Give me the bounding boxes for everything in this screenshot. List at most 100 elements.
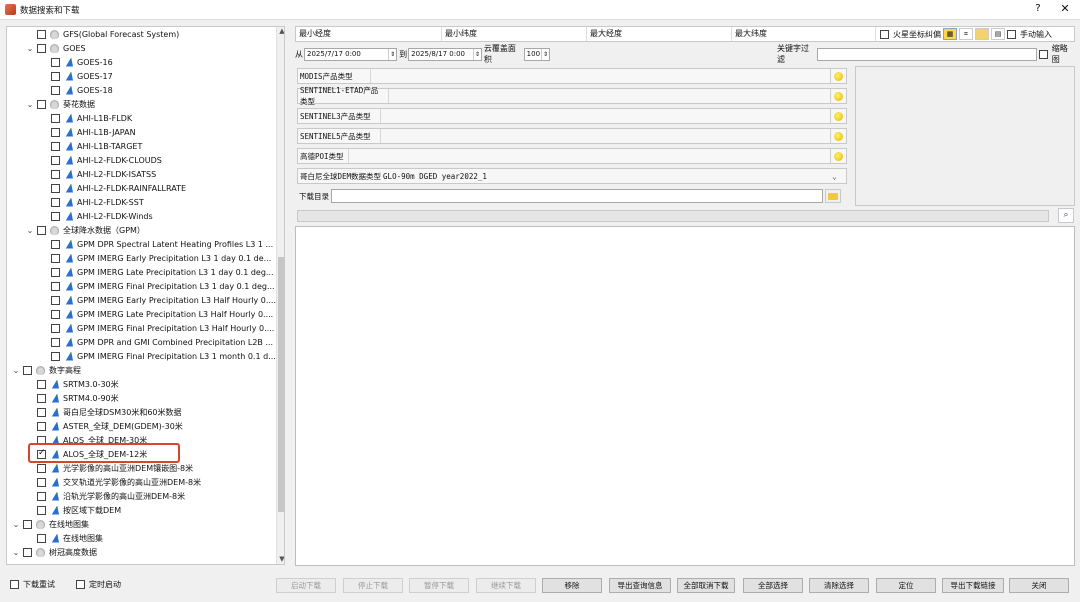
- close-window-button[interactable]: ✕: [1057, 2, 1073, 15]
- tree-checkbox[interactable]: [51, 113, 60, 123]
- chevron-down-icon[interactable]: ⌄: [11, 520, 21, 529]
- tree-checkbox[interactable]: [51, 253, 60, 263]
- tree-item[interactable]: ⌄ 树冠高度数据: [11, 545, 97, 559]
- product-row[interactable]: SENTINEL1-ETAD产品类型: [297, 86, 847, 106]
- search-button[interactable]: ⌕: [1058, 208, 1074, 223]
- export-links-button[interactable]: 导出下载链接: [942, 578, 1004, 593]
- from-date-input[interactable]: 2025/7/17 0:00 ⇕: [304, 47, 398, 61]
- tree-item[interactable]: AHI-L1B-JAPAN: [39, 125, 136, 139]
- tree-checkbox[interactable]: [37, 477, 46, 487]
- chevron-down-icon[interactable]: ⌄: [11, 366, 21, 375]
- product-row[interactable]: 高德POI类型: [297, 148, 847, 164]
- spin-arrows-icon[interactable]: ⇕: [388, 48, 396, 60]
- scroll-thumb[interactable]: [278, 257, 284, 512]
- tree-item[interactable]: AHI-L1B-TARGET: [39, 139, 142, 153]
- tree-item[interactable]: 交叉轨道光学影像的高山亚洲DEM-8米: [25, 475, 201, 489]
- tree-item[interactable]: GPM IMERG Late Precipitation L3 1 day 0.…: [39, 265, 274, 279]
- draw-polygon-icon[interactable]: ⌗: [959, 28, 973, 40]
- tree-checkbox[interactable]: [51, 71, 60, 81]
- product-field[interactable]: [348, 149, 830, 163]
- product-field[interactable]: [370, 69, 830, 83]
- browse-folder-button[interactable]: [825, 189, 841, 203]
- to-date-input[interactable]: 2025/8/17 0:00 ⇕: [408, 47, 482, 61]
- tree-item[interactable]: ASTER_全球_DEM(GDEM)-30米: [25, 419, 183, 433]
- tree-item[interactable]: GPM IMERG Early Precipitation L3 1 day 0…: [39, 251, 271, 265]
- scroll-up-icon[interactable]: ▲: [277, 27, 284, 37]
- folder-icon[interactable]: [975, 28, 989, 40]
- tree-checkbox[interactable]: [51, 85, 60, 95]
- tree-item[interactable]: ⌄ 数字高程: [11, 363, 81, 377]
- tree-item[interactable]: GPM IMERG Final Precipitation L3 1 month…: [39, 349, 276, 363]
- tree-item[interactable]: ⌄ 葵花数据: [25, 97, 95, 111]
- cancel-all-button[interactable]: 全部取消下载: [677, 578, 735, 593]
- tree-checkbox[interactable]: [51, 155, 60, 165]
- tree-checkbox[interactable]: [51, 141, 60, 151]
- tree-checkbox[interactable]: [23, 365, 32, 375]
- spin-arrows-icon[interactable]: ⇕: [472, 48, 481, 60]
- mars-coord-checkbox[interactable]: [880, 29, 889, 39]
- stop-download-button[interactable]: 停止下载: [343, 578, 403, 593]
- tree-checkbox[interactable]: [23, 519, 32, 529]
- manual-input-option[interactable]: 手动输入: [1007, 29, 1052, 40]
- tree-checkbox[interactable]: [51, 211, 60, 221]
- product-row[interactable]: SENTINEL5产品类型: [297, 128, 847, 144]
- tree-item[interactable]: AHI-L2-FLDK-ISATSS: [39, 167, 156, 181]
- timer-option[interactable]: 定时启动: [76, 579, 121, 590]
- close-button[interactable]: 关闭: [1009, 578, 1069, 593]
- tree-checkbox[interactable]: [51, 169, 60, 179]
- scroll-down-icon[interactable]: ▼: [277, 555, 284, 564]
- tree-item[interactable]: GFS(Global Forecast System): [25, 27, 179, 41]
- tree-scrollbar[interactable]: ▲ ▼: [276, 27, 284, 564]
- resume-download-button[interactable]: 继续下载: [476, 578, 536, 593]
- start-download-button[interactable]: 启动下载: [276, 578, 336, 593]
- tree-checkbox[interactable]: [51, 183, 60, 193]
- tree-item[interactable]: GPM DPR and GMI Combined Precipitation L…: [39, 335, 273, 349]
- tree-item[interactable]: AHI-L2-FLDK-Winds: [39, 209, 153, 223]
- tree-checkbox[interactable]: [51, 281, 60, 291]
- tree-item[interactable]: GPM IMERG Final Precipitation L3 1 day 0…: [39, 279, 275, 293]
- chevron-down-icon[interactable]: ⌄: [11, 548, 21, 557]
- product-field[interactable]: [380, 109, 830, 123]
- tree-item[interactable]: SRTM4.0-90米: [25, 391, 119, 405]
- dem-type-row[interactable]: 哥白尼全球DEM数据类型 GLO-90m DGED year2022_1 ⌄: [297, 168, 847, 184]
- results-list[interactable]: [295, 226, 1075, 566]
- tree-item[interactable]: ⌄ 在线地图集: [11, 517, 89, 531]
- tree-checkbox[interactable]: [37, 99, 46, 109]
- tree-item[interactable]: GOES-17: [39, 69, 113, 83]
- tree-checkbox[interactable]: [51, 309, 60, 319]
- tree-checkbox[interactable]: [37, 379, 46, 389]
- tree-checkbox[interactable]: [51, 197, 60, 207]
- tree-checkbox[interactable]: [51, 337, 60, 347]
- import-icon[interactable]: ▤: [991, 28, 1005, 40]
- thumbnail-checkbox[interactable]: [1038, 49, 1048, 59]
- product-picker[interactable]: [830, 89, 846, 103]
- retry-checkbox[interactable]: [10, 580, 19, 589]
- tree-checkbox[interactable]: [51, 351, 60, 361]
- tree-checkbox[interactable]: [37, 505, 46, 515]
- tree-item[interactable]: AHI-L1B-FLDK: [39, 111, 132, 125]
- locate-button[interactable]: 定位: [876, 578, 936, 593]
- tree-item[interactable]: GPM IMERG Early Precipitation L3 Half Ho…: [39, 293, 276, 307]
- tree-checkbox[interactable]: [37, 463, 46, 473]
- tree-checkbox[interactable]: [37, 407, 46, 417]
- remove-button[interactable]: 移除: [542, 578, 602, 593]
- timer-checkbox[interactable]: [76, 580, 85, 589]
- tree-item[interactable]: 按区域下载DEM: [25, 503, 121, 517]
- product-row[interactable]: SENTINEL3产品类型: [297, 108, 847, 124]
- retry-option[interactable]: 下载重试: [10, 579, 55, 590]
- tree-item[interactable]: AHI-L2-FLDK-RAINFALLRATE: [39, 181, 186, 195]
- tree-item[interactable]: 沿轨光学影像的高山亚洲DEM-8米: [25, 489, 185, 503]
- chevron-down-icon[interactable]: ⌄: [25, 100, 35, 109]
- tree-checkbox[interactable]: [51, 57, 60, 67]
- dem-type-select[interactable]: GLO-90m DGED year2022_1: [383, 172, 832, 181]
- tree-checkbox[interactable]: [51, 127, 60, 137]
- tree-checkbox[interactable]: [37, 225, 46, 235]
- tree-item[interactable]: GPM IMERG Final Precipitation L3 Half Ho…: [39, 321, 274, 335]
- draw-rect-icon[interactable]: ▦: [943, 28, 957, 40]
- product-picker[interactable]: [830, 129, 846, 143]
- tree-checkbox[interactable]: [51, 239, 60, 249]
- clear-selection-button[interactable]: 清除选择: [809, 578, 869, 593]
- tree-checkbox[interactable]: [37, 533, 46, 543]
- product-row[interactable]: MODIS产品类型: [297, 68, 847, 84]
- tree-item[interactable]: 在线地图集: [25, 531, 103, 545]
